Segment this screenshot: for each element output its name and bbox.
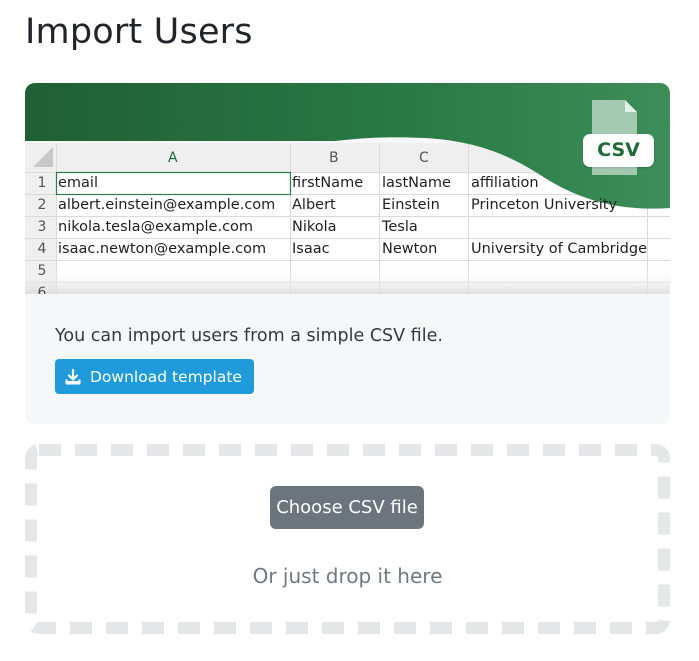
page-title: Import Users <box>25 12 253 52</box>
sheet-cell: Albert <box>292 197 336 213</box>
sheet-cell: Tesla <box>382 219 418 235</box>
row-number: 2 <box>37 197 47 213</box>
sheet-cell: lastName <box>382 175 451 191</box>
download-template-label: Download template <box>90 367 242 386</box>
sheet-cell: albert.einstein@example.com <box>58 197 276 213</box>
info-text: You can import users from a simple CSV f… <box>55 326 443 346</box>
row-number: 6 <box>37 285 47 294</box>
sheet-cell: Nikola <box>292 219 337 235</box>
sheet-cell: firstName <box>292 175 364 191</box>
sheet-cell: Isaac <box>292 241 330 257</box>
sheet-cell: Newton <box>382 241 438 257</box>
download-template-button[interactable]: Download template <box>55 359 254 394</box>
csv-file-icon: CSV <box>583 134 654 167</box>
sheet-cell: email <box>58 175 98 191</box>
column-header-a: A <box>168 150 178 166</box>
download-icon <box>65 368 81 385</box>
row-number: 5 <box>37 263 47 279</box>
sheet-cell: University of Cambridge <box>471 241 647 257</box>
row-number: 4 <box>37 241 47 257</box>
sheet-cell: affiliation <box>471 175 539 191</box>
column-header-c: C <box>419 150 429 166</box>
csv-illustration: A B C 1 2 3 4 5 6 email firstName lastNa… <box>25 83 670 294</box>
row-number: 3 <box>37 219 47 235</box>
choose-csv-button[interactable]: Choose CSV file <box>270 486 424 529</box>
drop-hint: Or just drop it here <box>252 564 443 588</box>
csv-dropzone[interactable]: Choose CSV file Or just drop it here <box>25 444 670 634</box>
sheet-cell: nikola.tesla@example.com <box>58 219 254 235</box>
sheet-cell: isaac.newton@example.com <box>58 241 267 257</box>
info-card: A B C 1 2 3 4 5 6 email firstName lastNa… <box>25 83 670 424</box>
sheet-cell: Princeton University <box>471 197 618 213</box>
row-number: 1 <box>37 175 47 191</box>
sheet-cell: Einstein <box>382 197 440 213</box>
column-header-b: B <box>329 150 339 166</box>
import-users-page: Import Users A B C 1 2 3 4 5 6 email fir… <box>0 0 699 661</box>
